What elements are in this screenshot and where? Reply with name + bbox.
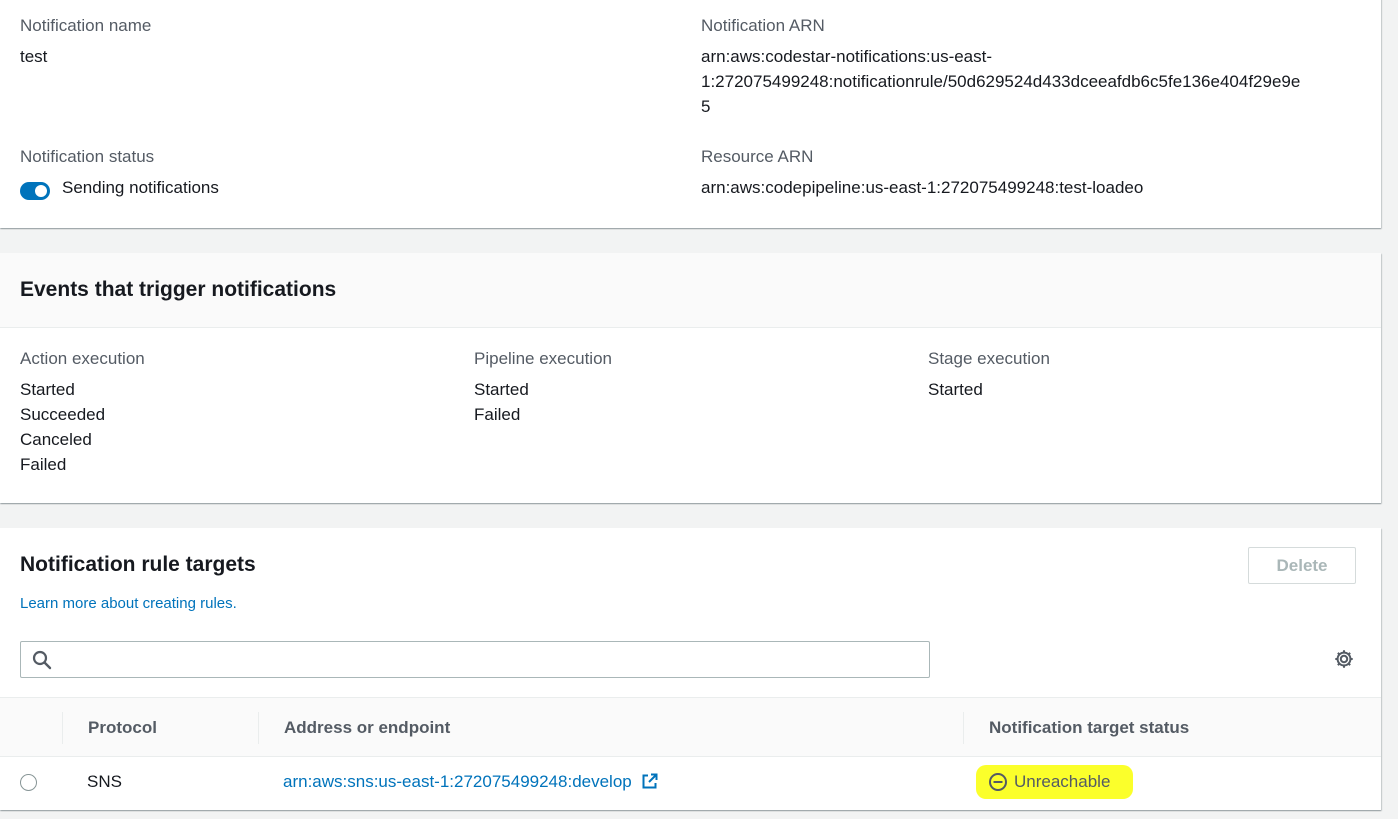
- notification-arn-line-1: arn:aws:codestar-notifications:us-east-: [701, 47, 993, 66]
- search-icon: [32, 650, 52, 670]
- row-address-link[interactable]: arn:aws:sns:us-east-1:272075499248:devel…: [283, 772, 658, 792]
- column-header-protocol[interactable]: Protocol: [88, 718, 157, 738]
- notification-name-value: test: [20, 47, 48, 66]
- resource-arn-value: arn:aws:codepipeline:us-east-1:272075499…: [701, 178, 1144, 197]
- notification-arn-line-2: 1:272075499248:notificationrule/50d62952…: [701, 72, 1301, 91]
- learn-more-link[interactable]: Learn more about creating rules.: [20, 595, 237, 612]
- events-panel: Events that trigger notifications Action…: [0, 253, 1381, 503]
- column-divider: [963, 712, 964, 744]
- notification-arn-line-3: 5: [701, 97, 711, 116]
- row-address-text: arn:aws:sns:us-east-1:272075499248:devel…: [283, 772, 632, 791]
- column-divider: [258, 712, 259, 744]
- status-badge: Unreachable: [988, 772, 1110, 792]
- search-input[interactable]: [20, 641, 930, 678]
- targets-title: Notification rule targets: [20, 553, 256, 576]
- notification-status-toggle[interactable]: [20, 182, 50, 200]
- resource-arn-label: Resource ARN: [701, 147, 814, 166]
- gear-icon[interactable]: [1333, 648, 1355, 670]
- pipeline-event-item: Failed: [474, 405, 521, 424]
- events-title: Events that trigger notifications: [20, 278, 337, 301]
- column-header-address[interactable]: Address or endpoint: [284, 718, 450, 738]
- row-select-radio[interactable]: [20, 774, 37, 791]
- column-header-status[interactable]: Notification target status: [989, 718, 1189, 738]
- notification-status-value: Sending notifications: [62, 178, 219, 197]
- column-divider: [62, 712, 63, 744]
- row-protocol: SNS: [87, 772, 122, 791]
- action-event-item: Failed: [20, 455, 67, 474]
- minus-circle-icon: [989, 773, 1007, 791]
- delete-button[interactable]: Delete: [1248, 547, 1356, 584]
- action-event-item: Succeeded: [20, 405, 106, 424]
- notification-name-label: Notification name: [20, 16, 152, 35]
- action-event-item: Canceled: [20, 430, 92, 449]
- details-panel: Notification name test Notification ARN …: [0, 0, 1381, 228]
- toggle-knob: [35, 185, 47, 197]
- pipeline-event-item: Started: [474, 380, 529, 399]
- events-header: Events that trigger notifications: [0, 253, 1381, 328]
- action-event-item: Started: [20, 380, 75, 399]
- table-row: SNS arn:aws:sns:us-east-1:272075499248:d…: [0, 758, 1381, 810]
- external-link-icon: [642, 773, 658, 789]
- targets-panel: Notification rule targets Learn more abo…: [0, 528, 1381, 810]
- stage-execution-label: Stage execution: [928, 349, 1050, 368]
- pipeline-execution-label: Pipeline execution: [474, 349, 612, 368]
- stage-event-item: Started: [928, 380, 983, 399]
- table-header: Protocol Address or endpoint Notificatio…: [0, 697, 1381, 757]
- action-execution-label: Action execution: [20, 349, 145, 368]
- status-text: Unreachable: [1014, 772, 1111, 791]
- notification-arn-label: Notification ARN: [701, 16, 825, 35]
- notification-status-label: Notification status: [20, 147, 155, 166]
